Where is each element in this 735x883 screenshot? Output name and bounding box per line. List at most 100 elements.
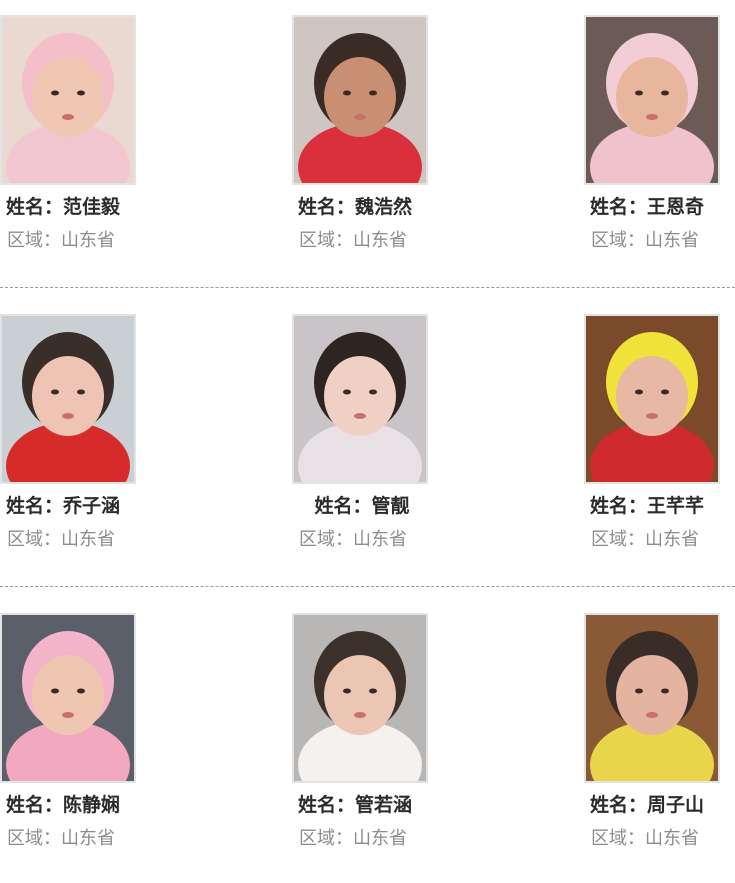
child-card[interactable]: 姓名：王恩奇 区域：山东省 — [584, 15, 724, 253]
child-region-line: 区域：山东省 — [584, 229, 724, 253]
baby-left-eye — [343, 688, 351, 694]
row-divider — [0, 287, 735, 288]
child-photo[interactable] — [0, 15, 136, 185]
baby-mouth — [354, 114, 366, 120]
baby-portrait-image — [2, 17, 134, 183]
child-name: 王恩奇 — [647, 196, 705, 218]
child-name: 范佳毅 — [63, 196, 121, 218]
child-name-line: 姓名：乔子涵 — [0, 493, 140, 519]
name-label: 姓名： — [298, 794, 356, 816]
child-region: 山东省 — [353, 529, 407, 550]
child-card[interactable]: 姓名：魏浩然 区域：山东省 — [292, 15, 432, 253]
baby-mouth — [646, 413, 658, 419]
child-photo[interactable] — [584, 314, 720, 484]
name-label: 姓名： — [6, 196, 64, 218]
baby-mouth — [646, 114, 658, 120]
baby-portrait-image — [2, 316, 134, 482]
baby-right-eye — [77, 688, 85, 694]
child-name-line: 姓名：魏浩然 — [292, 194, 432, 220]
child-card[interactable]: 姓名：周子山 区域：山东省 — [584, 613, 724, 851]
child-name-line: 姓名：管靓 — [292, 493, 432, 519]
baby-face — [324, 356, 396, 436]
baby-mouth — [646, 712, 658, 718]
baby-left-eye — [51, 90, 59, 96]
child-name: 周子山 — [647, 794, 705, 816]
child-region-line: 区域：山东省 — [292, 229, 432, 253]
child-name: 管靓 — [371, 495, 410, 517]
child-region: 山东省 — [645, 529, 699, 550]
child-row-2: 姓名：乔子涵 区域：山东省 姓名：管靓 区域：山东省 姓名：王芊芊 区域：山东省 — [0, 314, 735, 584]
child-name-line: 姓名：范佳毅 — [0, 194, 140, 220]
baby-right-eye — [77, 90, 85, 96]
child-row-3: 姓名：陈静娴 区域：山东省 姓名：管若涵 区域：山东省 姓名：周子山 区域：山东… — [0, 613, 735, 883]
baby-right-eye — [369, 389, 377, 395]
child-name-line: 姓名：王芊芊 — [584, 493, 724, 519]
region-label: 区域： — [299, 230, 353, 251]
baby-portrait-image — [294, 615, 426, 781]
child-photo[interactable] — [584, 15, 720, 185]
child-region: 山东省 — [61, 828, 115, 849]
baby-mouth — [354, 712, 366, 718]
child-card[interactable]: 姓名：王芊芊 区域：山东省 — [584, 314, 724, 552]
baby-face — [32, 57, 104, 137]
baby-left-eye — [343, 389, 351, 395]
child-region-line: 区域：山东省 — [584, 528, 724, 552]
child-name: 管若涵 — [355, 794, 413, 816]
child-region: 山东省 — [645, 230, 699, 251]
child-region: 山东省 — [353, 828, 407, 849]
baby-portrait-image — [586, 316, 718, 482]
child-card[interactable]: 姓名：范佳毅 区域：山东省 — [0, 15, 140, 253]
baby-face — [32, 655, 104, 735]
baby-mouth — [62, 413, 74, 419]
child-photo[interactable] — [0, 613, 136, 783]
child-card[interactable]: 姓名：乔子涵 区域：山东省 — [0, 314, 140, 552]
baby-left-eye — [635, 90, 643, 96]
row-divider — [0, 586, 735, 587]
child-name-line: 姓名：陈静娴 — [0, 792, 140, 818]
baby-face — [616, 356, 688, 436]
region-label: 区域： — [7, 828, 61, 849]
child-card[interactable]: 姓名：陈静娴 区域：山东省 — [0, 613, 140, 851]
baby-right-eye — [369, 688, 377, 694]
child-row-1: 姓名：范佳毅 区域：山东省 姓名：魏浩然 区域：山东省 姓名：王恩奇 区域：山东… — [0, 15, 735, 285]
child-name: 王芊芊 — [647, 495, 705, 517]
baby-left-eye — [635, 688, 643, 694]
baby-right-eye — [661, 389, 669, 395]
region-label: 区域： — [591, 230, 645, 251]
child-card[interactable]: 姓名：管靓 区域：山东省 — [292, 314, 432, 552]
child-photo[interactable] — [292, 15, 428, 185]
baby-left-eye — [343, 90, 351, 96]
baby-left-eye — [635, 389, 643, 395]
child-region: 山东省 — [353, 230, 407, 251]
region-label: 区域： — [591, 529, 645, 550]
baby-face — [616, 655, 688, 735]
baby-portrait-image — [2, 615, 134, 781]
region-label: 区域： — [299, 828, 353, 849]
baby-face — [324, 57, 396, 137]
child-photo[interactable] — [584, 613, 720, 783]
region-label: 区域： — [7, 230, 61, 251]
child-photo[interactable] — [292, 613, 428, 783]
name-label: 姓名： — [590, 794, 648, 816]
child-region: 山东省 — [61, 529, 115, 550]
baby-mouth — [62, 114, 74, 120]
child-region-line: 区域：山东省 — [292, 827, 432, 851]
baby-right-eye — [369, 90, 377, 96]
name-label: 姓名： — [590, 495, 648, 517]
child-name: 陈静娴 — [63, 794, 121, 816]
child-region-line: 区域：山东省 — [0, 528, 140, 552]
child-region: 山东省 — [645, 828, 699, 849]
child-name-line: 姓名：管若涵 — [292, 792, 432, 818]
name-label: 姓名： — [298, 196, 356, 218]
name-label: 姓名： — [314, 495, 372, 517]
baby-portrait-image — [294, 316, 426, 482]
baby-portrait-image — [294, 17, 426, 183]
baby-face — [324, 655, 396, 735]
child-photo[interactable] — [292, 314, 428, 484]
child-card[interactable]: 姓名：管若涵 区域：山东省 — [292, 613, 432, 851]
baby-mouth — [62, 712, 74, 718]
region-label: 区域： — [591, 828, 645, 849]
child-name-line: 姓名：周子山 — [584, 792, 724, 818]
baby-left-eye — [51, 389, 59, 395]
child-photo[interactable] — [0, 314, 136, 484]
